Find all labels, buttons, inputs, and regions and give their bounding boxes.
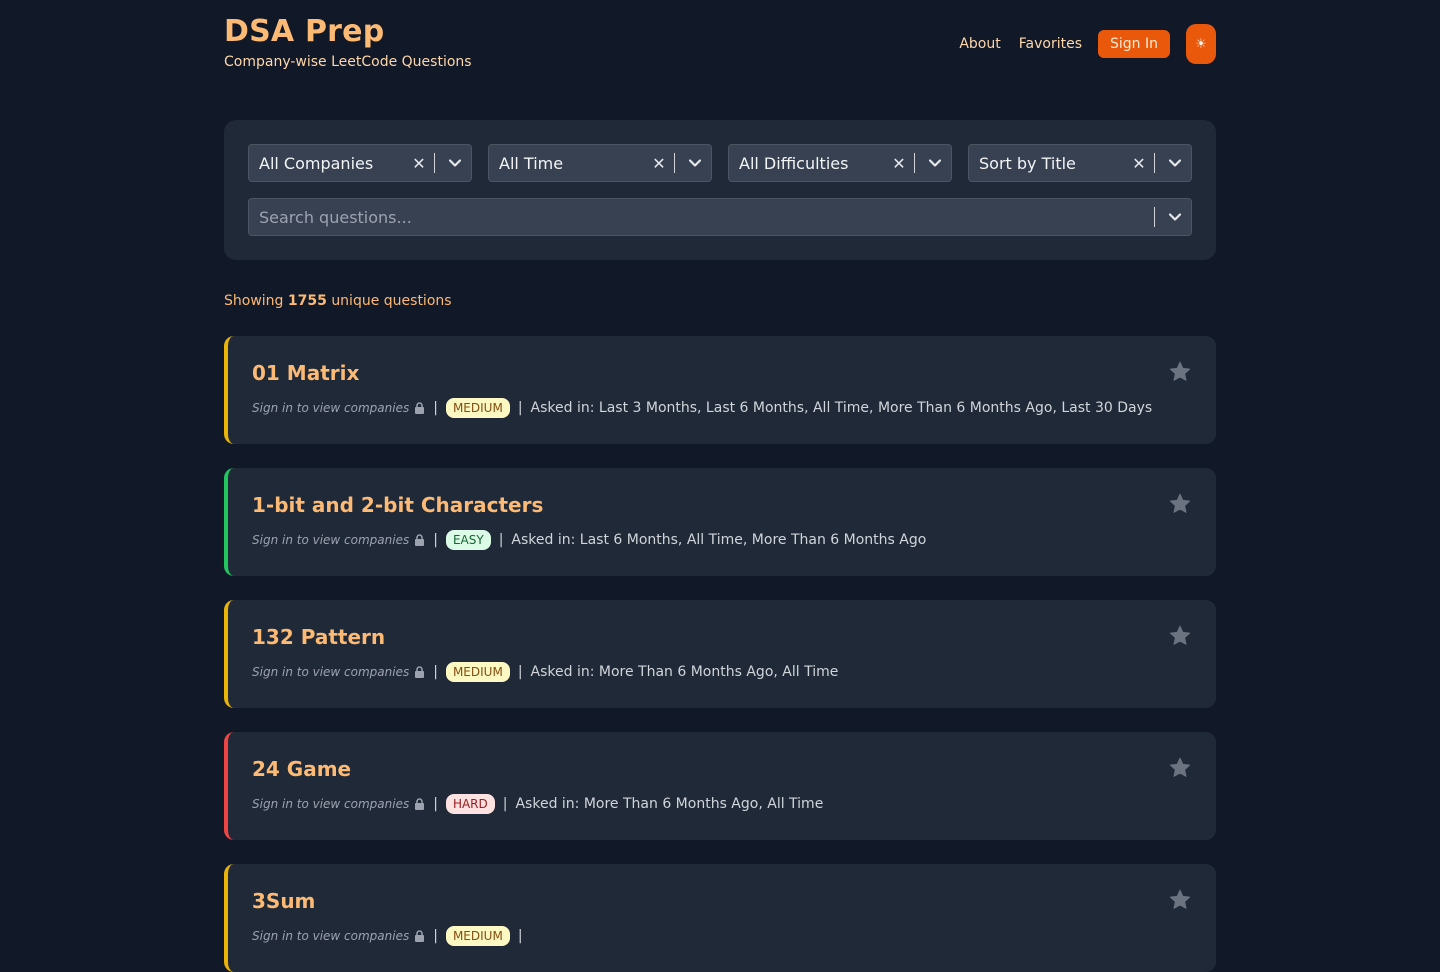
theme-toggle-button[interactable]: ☀ (1186, 24, 1216, 64)
meta-separator: | (517, 664, 523, 680)
question-meta: Sign in to view companies | MEDIUM | Ask… (252, 660, 838, 684)
difficulty-badge: HARD (445, 794, 495, 814)
question-card[interactable]: 24 Game Sign in to view companies | HARD… (224, 732, 1216, 840)
results-count-suffix: unique questions (331, 293, 452, 309)
chevron-down-icon[interactable] (439, 158, 471, 168)
time-select[interactable]: All Time ✕ (488, 144, 712, 182)
lock-icon (414, 402, 425, 414)
question-card[interactable]: 01 Matrix Sign in to view companies | ME… (224, 336, 1216, 444)
sort-select-value: Sort by Title (979, 153, 1076, 173)
select-separator (674, 153, 675, 173)
sign-in-companies-note[interactable]: Sign in to view companies (252, 533, 409, 547)
sun-icon: ☀ (1195, 36, 1207, 52)
chevron-down-icon[interactable] (1159, 212, 1191, 222)
page: DSA Prep Company-wise LeetCode Questions… (224, 0, 1216, 972)
clear-icon[interactable]: ✕ (406, 154, 432, 173)
difficulty-badge: MEDIUM (445, 398, 510, 418)
sign-in-companies-note[interactable]: Sign in to view companies (252, 929, 409, 943)
lock-icon (414, 930, 425, 942)
question-meta: Sign in to view companies | HARD | Asked… (252, 792, 823, 816)
nav-about-link[interactable]: About (959, 36, 1000, 52)
search-select[interactable] (248, 198, 1192, 236)
results-count-prefix: Showing (224, 293, 284, 309)
asked-in-text: Asked in: Last 3 Months, Last 6 Months, … (530, 400, 1153, 416)
question-meta: Sign in to view companies | MEDIUM | Ask… (252, 396, 1152, 420)
sign-in-companies-note[interactable]: Sign in to view companies (252, 797, 409, 811)
app-title[interactable]: DSA Prep (224, 14, 384, 49)
question-title[interactable]: 132 Pattern (252, 625, 385, 649)
question-meta: Sign in to view companies | EASY | Asked… (252, 528, 926, 552)
asked-in-text: Asked in: More Than 6 Months Ago, All Ti… (530, 664, 839, 680)
question-title[interactable]: 01 Matrix (252, 361, 359, 385)
select-separator (1154, 153, 1155, 173)
time-select-value: All Time (499, 153, 564, 173)
difficulty-badge: MEDIUM (445, 926, 510, 946)
star-icon[interactable] (1168, 756, 1192, 780)
asked-in-text: Asked in: More Than 6 Months Ago, All Ti… (515, 796, 824, 812)
results-count-number: 1755 (287, 293, 327, 309)
difficulty-select[interactable]: All Difficulties ✕ (728, 144, 952, 182)
question-card[interactable]: 3Sum Sign in to view companies | MEDIUM … (224, 864, 1216, 972)
sign-in-companies-note[interactable]: Sign in to view companies (252, 665, 409, 679)
question-card[interactable]: 132 Pattern Sign in to view companies | … (224, 600, 1216, 708)
company-select-value: All Companies (259, 153, 374, 173)
difficulty-select-value: All Difficulties (739, 153, 849, 173)
meta-separator: | (433, 664, 438, 680)
star-icon[interactable] (1168, 492, 1192, 516)
lock-icon (414, 534, 425, 546)
clear-icon[interactable]: ✕ (646, 154, 672, 173)
meta-separator: | (433, 532, 438, 548)
question-title[interactable]: 24 Game (252, 757, 351, 781)
asked-in-text: Asked in: Last 6 Months, All Time, More … (511, 532, 927, 548)
meta-separator: | (433, 796, 438, 812)
select-separator (434, 153, 435, 173)
meta-separator: | (433, 928, 438, 944)
question-card[interactable]: 1-bit and 2-bit Characters Sign in to vi… (224, 468, 1216, 576)
select-separator (1154, 207, 1155, 227)
clear-icon[interactable]: ✕ (886, 154, 912, 173)
chevron-down-icon[interactable] (1159, 158, 1191, 168)
meta-separator: | (433, 400, 438, 416)
question-title[interactable]: 1-bit and 2-bit Characters (252, 493, 543, 517)
question-meta: Sign in to view companies | MEDIUM | (252, 924, 531, 948)
search-input[interactable] (249, 199, 1152, 235)
nav-favorites-link[interactable]: Favorites (1019, 36, 1082, 52)
app-subtitle: Company-wise LeetCode Questions (224, 54, 472, 70)
star-icon[interactable] (1168, 888, 1192, 912)
top-nav: About Favorites Sign In ☀ (959, 24, 1216, 64)
difficulty-badge: MEDIUM (445, 662, 510, 682)
lock-icon (414, 666, 425, 678)
sort-select[interactable]: Sort by Title ✕ (968, 144, 1192, 182)
star-icon[interactable] (1168, 360, 1192, 384)
sign-in-button[interactable]: Sign In (1098, 30, 1170, 58)
meta-separator: | (517, 928, 523, 944)
star-icon[interactable] (1168, 624, 1192, 648)
meta-separator: | (498, 532, 504, 548)
company-select[interactable]: All Companies ✕ (248, 144, 472, 182)
sign-in-companies-note[interactable]: Sign in to view companies (252, 401, 409, 415)
question-title[interactable]: 3Sum (252, 889, 315, 913)
lock-icon (414, 798, 425, 810)
filter-panel: All Companies ✕ All Time ✕ All Difficult… (224, 120, 1216, 260)
select-separator (914, 153, 915, 173)
results-count: Showing 1755 unique questions (224, 293, 452, 309)
difficulty-badge: EASY (445, 530, 491, 550)
meta-separator: | (517, 400, 523, 416)
header: DSA Prep Company-wise LeetCode Questions… (224, 0, 1216, 120)
meta-separator: | (502, 796, 508, 812)
clear-icon[interactable]: ✕ (1126, 154, 1152, 173)
chevron-down-icon[interactable] (919, 158, 951, 168)
chevron-down-icon[interactable] (679, 158, 711, 168)
